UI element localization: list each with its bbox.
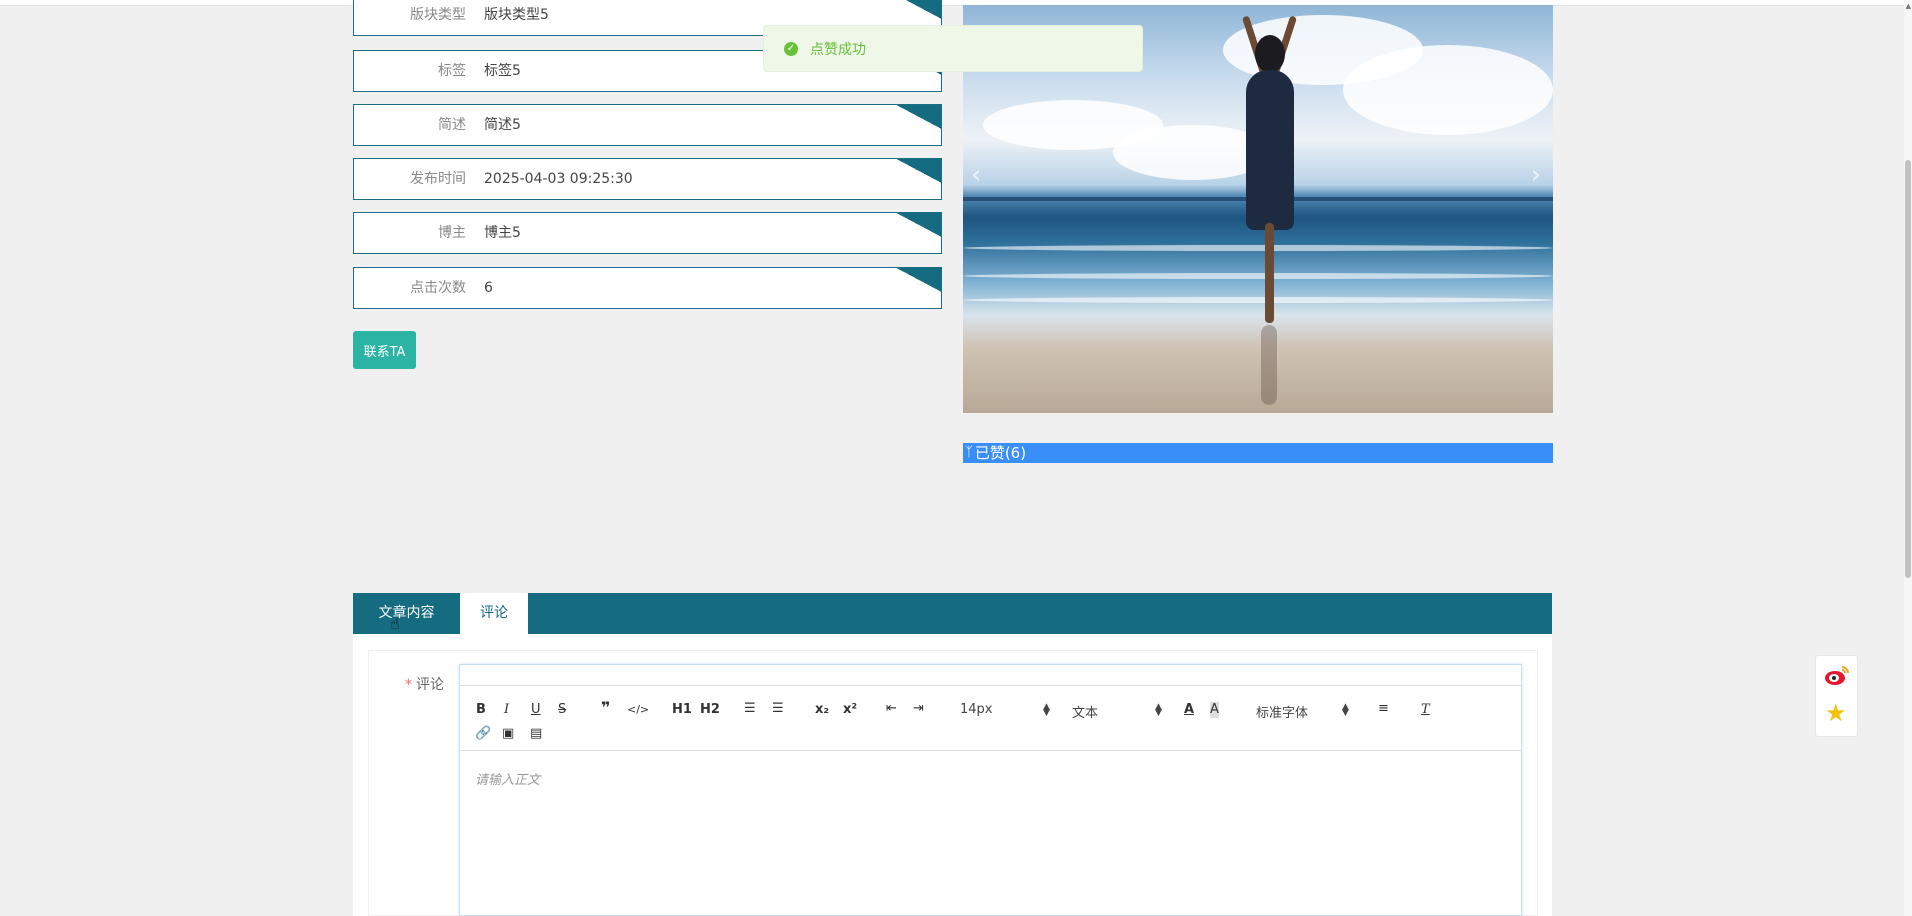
corner-ribbon bbox=[890, 213, 941, 238]
detail-label: 博主 bbox=[438, 225, 466, 241]
outdent-icon[interactable]: ⇤ bbox=[886, 701, 897, 717]
image-icon[interactable]: ▣ bbox=[502, 726, 514, 742]
corner-ribbon bbox=[890, 105, 941, 130]
required-mark: * bbox=[405, 677, 412, 693]
detail-label: 简述 bbox=[438, 117, 466, 133]
subscript-icon[interactable]: x₂ bbox=[815, 702, 829, 718]
hand-cursor-icon: ☝ bbox=[390, 614, 400, 633]
clear-format-icon[interactable]: T bbox=[1421, 702, 1430, 718]
detail-label: 发布时间 bbox=[410, 171, 466, 187]
share-widget: ★ bbox=[1815, 655, 1858, 737]
ordered-list-icon[interactable]: ☰ bbox=[744, 701, 756, 717]
detail-value: 版块类型5 bbox=[484, 7, 549, 23]
bold-icon[interactable]: B bbox=[476, 702, 486, 718]
detail-row-summary: 简述 简述5 bbox=[353, 104, 942, 146]
font-size-select[interactable]: 14px ▲ ▼ bbox=[960, 702, 1050, 718]
figure-dress bbox=[1246, 70, 1294, 230]
detail-row-click-count: 点击次数 6 bbox=[353, 267, 942, 309]
wave-foam bbox=[963, 273, 1553, 279]
thumb-icon: ᛉ bbox=[965, 445, 973, 460]
background-color-icon[interactable]: A bbox=[1210, 702, 1219, 718]
top-border bbox=[0, 0, 1912, 6]
align-icon[interactable]: ≡ bbox=[1378, 701, 1389, 717]
detail-label: 点击次数 bbox=[410, 280, 466, 296]
scrollbar[interactable]: ▲ bbox=[1904, 0, 1912, 916]
font-family-select[interactable]: 标准字体 ▲ ▼ bbox=[1256, 702, 1349, 722]
like-button[interactable]: ᛉ 已赞(6) bbox=[963, 443, 1553, 463]
comment-label-text: 评论 bbox=[416, 677, 444, 693]
wave-foam bbox=[963, 297, 1553, 303]
figure-leg bbox=[1265, 223, 1274, 323]
corner-ribbon bbox=[890, 0, 941, 20]
figure-reflection bbox=[1261, 325, 1277, 405]
h2-icon[interactable]: H2 bbox=[700, 702, 720, 718]
toast-message: 点赞成功 bbox=[810, 41, 866, 58]
link-icon[interactable]: 🔗 bbox=[475, 726, 491, 742]
contact-button[interactable]: 联系TA bbox=[353, 331, 416, 369]
detail-label: 版块类型 bbox=[410, 7, 466, 23]
weibo-icon[interactable] bbox=[1824, 664, 1850, 686]
detail-row-publish-time: 发布时间 2025-04-03 09:25:30 bbox=[353, 158, 942, 200]
detail-value: 2025-04-03 09:25:30 bbox=[484, 171, 633, 187]
wave-foam bbox=[963, 245, 1553, 251]
blockquote-icon[interactable]: ❞ bbox=[601, 700, 610, 716]
block-type-select[interactable]: 文本 ▲ ▼ bbox=[1072, 702, 1162, 722]
carousel-next-icon[interactable]: › bbox=[1531, 160, 1541, 190]
italic-icon[interactable]: I bbox=[504, 702, 509, 718]
comment-label: * 评论 bbox=[405, 674, 444, 694]
corner-ribbon bbox=[890, 159, 941, 184]
like-label: 已赞(6) bbox=[974, 444, 1027, 462]
bullet-list-icon[interactable]: ☰ bbox=[772, 701, 784, 717]
content-tabs: 文章内容 评论 bbox=[353, 593, 1552, 634]
detail-row-blogger: 博主 博主5 bbox=[353, 212, 942, 254]
editor-toolbar: B I U S ❞ </> H1 H2 ☰ ☰ x₂ x² ⇤ ⇥ 14px ▲… bbox=[460, 685, 1521, 751]
check-circle-icon: ✓ bbox=[784, 41, 798, 56]
strike-icon[interactable]: S bbox=[558, 702, 566, 718]
font-size-value: 14px bbox=[960, 702, 993, 717]
video-icon[interactable]: ▤ bbox=[530, 726, 542, 742]
select-arrows-icon: ▲ ▼ bbox=[1043, 702, 1050, 718]
font-color-icon[interactable]: A bbox=[1184, 702, 1194, 718]
tab-comments[interactable]: 评论 bbox=[460, 593, 528, 634]
figure-head bbox=[1255, 35, 1285, 73]
select-arrows-icon: ▲ ▼ bbox=[1155, 702, 1162, 718]
block-type-value: 文本 bbox=[1072, 706, 1099, 721]
select-arrows-icon: ▲ ▼ bbox=[1342, 702, 1349, 718]
detail-value: 6 bbox=[484, 280, 493, 296]
success-toast: ✓ 点赞成功 bbox=[763, 25, 1143, 72]
favorite-star-icon[interactable]: ★ bbox=[1825, 700, 1847, 726]
editor-placeholder: 请输入正文 bbox=[475, 773, 541, 788]
detail-value: 简述5 bbox=[484, 117, 521, 133]
underline-icon[interactable]: U bbox=[531, 702, 541, 718]
detail-value: 博主5 bbox=[484, 225, 521, 241]
superscript-icon[interactable]: x² bbox=[843, 702, 857, 718]
carousel-prev-icon[interactable]: ‹ bbox=[971, 160, 981, 190]
corner-ribbon bbox=[890, 268, 941, 293]
detail-value: 标签5 bbox=[484, 63, 521, 79]
scrollbar-thumb[interactable] bbox=[1905, 160, 1911, 578]
indent-icon[interactable]: ⇥ bbox=[913, 701, 924, 717]
font-family-value: 标准字体 bbox=[1256, 706, 1309, 721]
comment-editor[interactable]: B I U S ❞ </> H1 H2 ☰ ☰ x₂ x² ⇤ ⇥ 14px ▲… bbox=[459, 664, 1522, 916]
code-block-icon[interactable]: </> bbox=[627, 702, 649, 718]
detail-label: 标签 bbox=[438, 63, 466, 79]
scroll-up-icon[interactable]: ▲ bbox=[1906, 2, 1911, 10]
tab-article-content[interactable]: 文章内容 bbox=[353, 593, 460, 634]
cloud-shape bbox=[1343, 45, 1553, 135]
h1-icon[interactable]: H1 bbox=[672, 702, 692, 718]
